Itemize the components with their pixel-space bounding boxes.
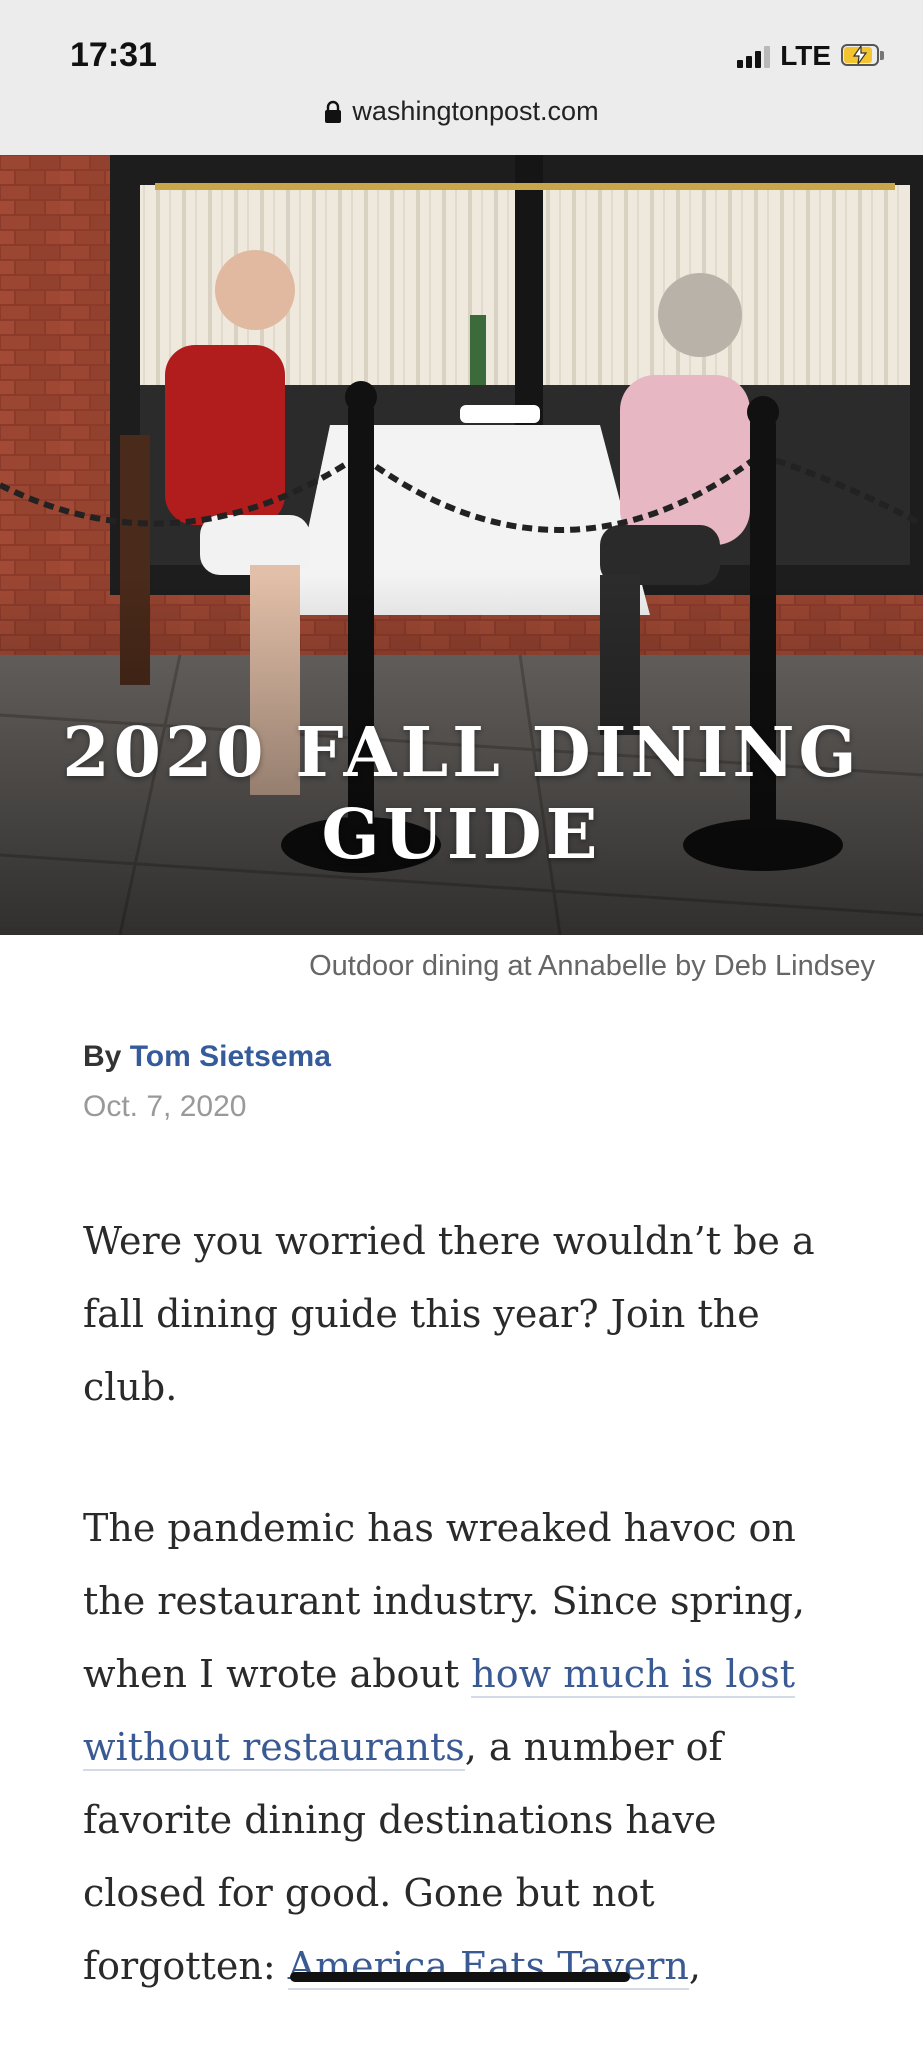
signal-icon xyxy=(737,44,771,68)
publish-date: Oct. 7, 2020 xyxy=(83,1090,247,1123)
author-link[interactable]: Tom Sietsema xyxy=(130,1040,331,1073)
hero-title: 2020 FALL DINING GUIDE xyxy=(0,712,923,876)
network-type: LTE xyxy=(780,40,831,71)
byline-prefix: By xyxy=(83,1040,122,1073)
hero-title-line2: GUIDE xyxy=(321,795,602,875)
paragraph-text: , xyxy=(688,1944,701,1988)
address-bar[interactable]: washingtonpost.com xyxy=(0,96,923,127)
hero-image: 2020 FALL DINING GUIDE xyxy=(0,155,923,935)
link-america-eats-tavern[interactable]: America Eats Tavern xyxy=(287,1944,689,1990)
article-paragraph-1: Were you worried there wouldn’t be a fal… xyxy=(83,1219,815,1409)
browser-top-bar: 17:31 LTE washingtonpost.com xyxy=(0,0,923,155)
status-icons: LTE xyxy=(737,40,885,72)
lock-icon xyxy=(325,100,342,123)
article-body: Were you worried there wouldn’t be a fal… xyxy=(83,1205,843,2071)
photo-caption: Outdoor dining at Annabelle by Deb Linds… xyxy=(309,950,875,982)
battery-charging-icon xyxy=(841,44,885,68)
home-indicator[interactable] xyxy=(290,1972,630,1982)
byline: By Tom Sietsema xyxy=(83,1040,331,1074)
status-time: 17:31 xyxy=(70,36,157,74)
hero-title-line1: 2020 FALL DINING xyxy=(62,713,861,793)
article-paragraph-2: The pandemic has wreaked havoc on the re… xyxy=(83,1492,843,2003)
url-text: washingtonpost.com xyxy=(352,96,599,126)
